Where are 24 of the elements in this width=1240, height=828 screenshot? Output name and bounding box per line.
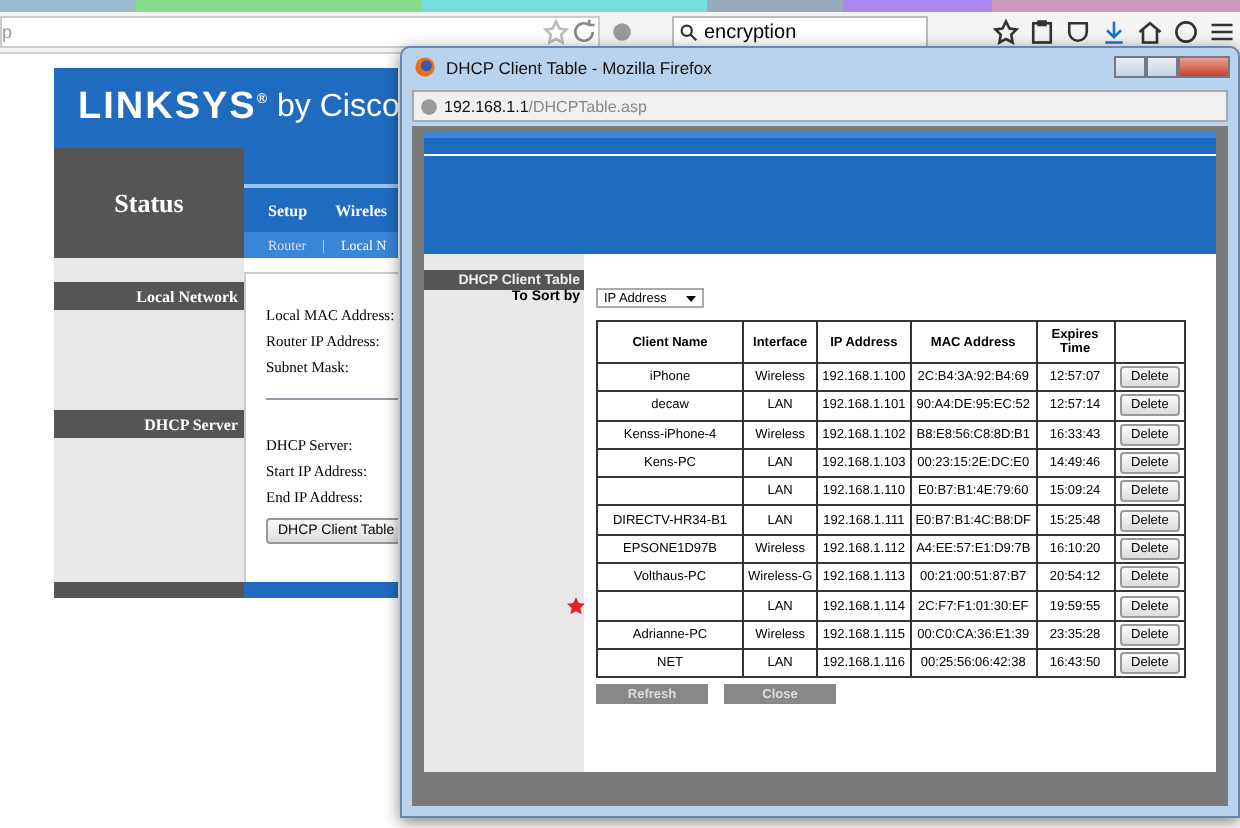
window-title: DHCP Client Table - Mozilla Firefox [446, 57, 714, 77]
search-text: encryption [704, 21, 797, 43]
minimize-button[interactable] [1114, 56, 1146, 78]
firefox-icon [414, 56, 436, 78]
logo-suffix: by Cisco [277, 90, 398, 126]
section-title: Status [54, 148, 244, 258]
maximize-button[interactable] [1146, 56, 1178, 78]
star-icon[interactable] [992, 18, 1020, 46]
download-icon[interactable] [1100, 18, 1128, 46]
shield-icon[interactable] [1064, 18, 1092, 46]
nav-tab[interactable]: Wireles [335, 201, 387, 219]
section-bar: Local Network [54, 282, 244, 310]
search-icon [680, 23, 698, 41]
search-field[interactable]: encryption [672, 16, 928, 48]
home-icon[interactable] [1136, 18, 1164, 46]
reload-icon[interactable] [570, 18, 598, 46]
clipboard-icon[interactable] [1028, 18, 1056, 46]
caret-icon [686, 295, 696, 301]
nav-tab[interactable]: Setup [268, 201, 308, 219]
star-icon[interactable] [542, 18, 570, 46]
menu-icon[interactable] [1208, 18, 1236, 46]
logo: LINKSYS$^{®}$ [78, 86, 270, 130]
url-field[interactable]: 192.168.1.1/DHCPTable.asp [412, 90, 1228, 122]
section-bar: DHCP Server [54, 410, 244, 438]
